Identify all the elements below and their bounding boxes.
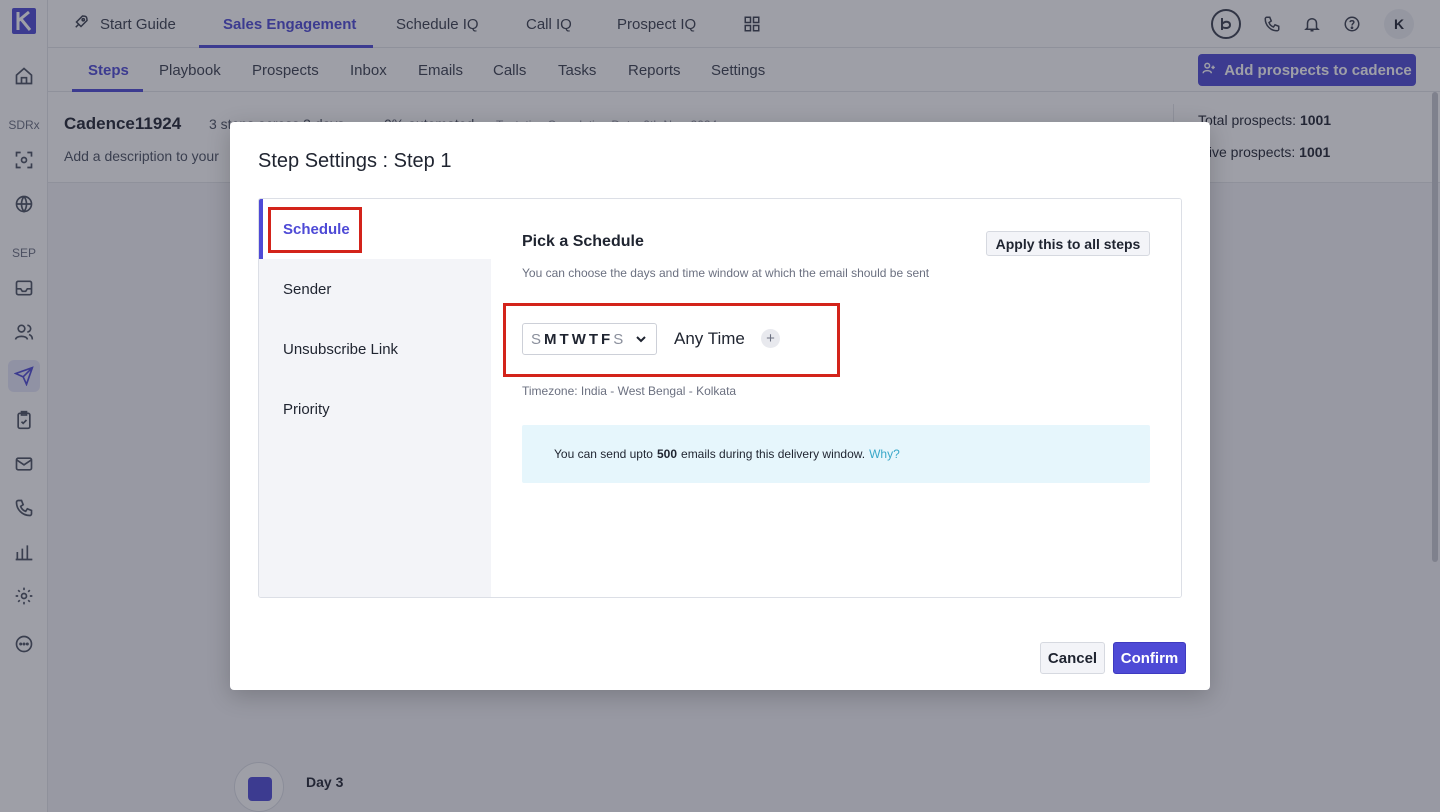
apply-to-all-steps-button[interactable]: Apply this to all steps — [986, 231, 1150, 256]
schedule-subtitle: You can choose the days and time window … — [522, 266, 930, 280]
tab-priority[interactable]: Priority — [259, 379, 491, 439]
delivery-info-banner: You can send upto 500 emails during this… — [522, 425, 1150, 483]
tab-sender[interactable]: Sender — [259, 259, 491, 319]
highlight-box — [503, 303, 840, 377]
why-link[interactable]: Why? — [869, 447, 900, 461]
step-settings-modal: Step Settings : Step 1 Schedule Sender U… — [230, 122, 1210, 690]
highlight-box — [268, 207, 362, 253]
confirm-button[interactable]: Confirm — [1113, 642, 1186, 674]
schedule-panel: Pick a Schedule You can choose the days … — [491, 199, 1181, 597]
modal-title: Step Settings : Step 1 — [258, 150, 452, 172]
tab-unsubscribe-link[interactable]: Unsubscribe Link — [259, 319, 491, 379]
schedule-title: Pick a Schedule — [522, 233, 644, 250]
settings-tabs: Schedule Sender Unsubscribe Link Priorit… — [259, 199, 491, 597]
modal-body: Schedule Sender Unsubscribe Link Priorit… — [258, 198, 1182, 598]
timezone-label: Timezone: India - West Bengal - Kolkata — [522, 384, 737, 398]
cancel-button[interactable]: Cancel — [1040, 642, 1105, 674]
